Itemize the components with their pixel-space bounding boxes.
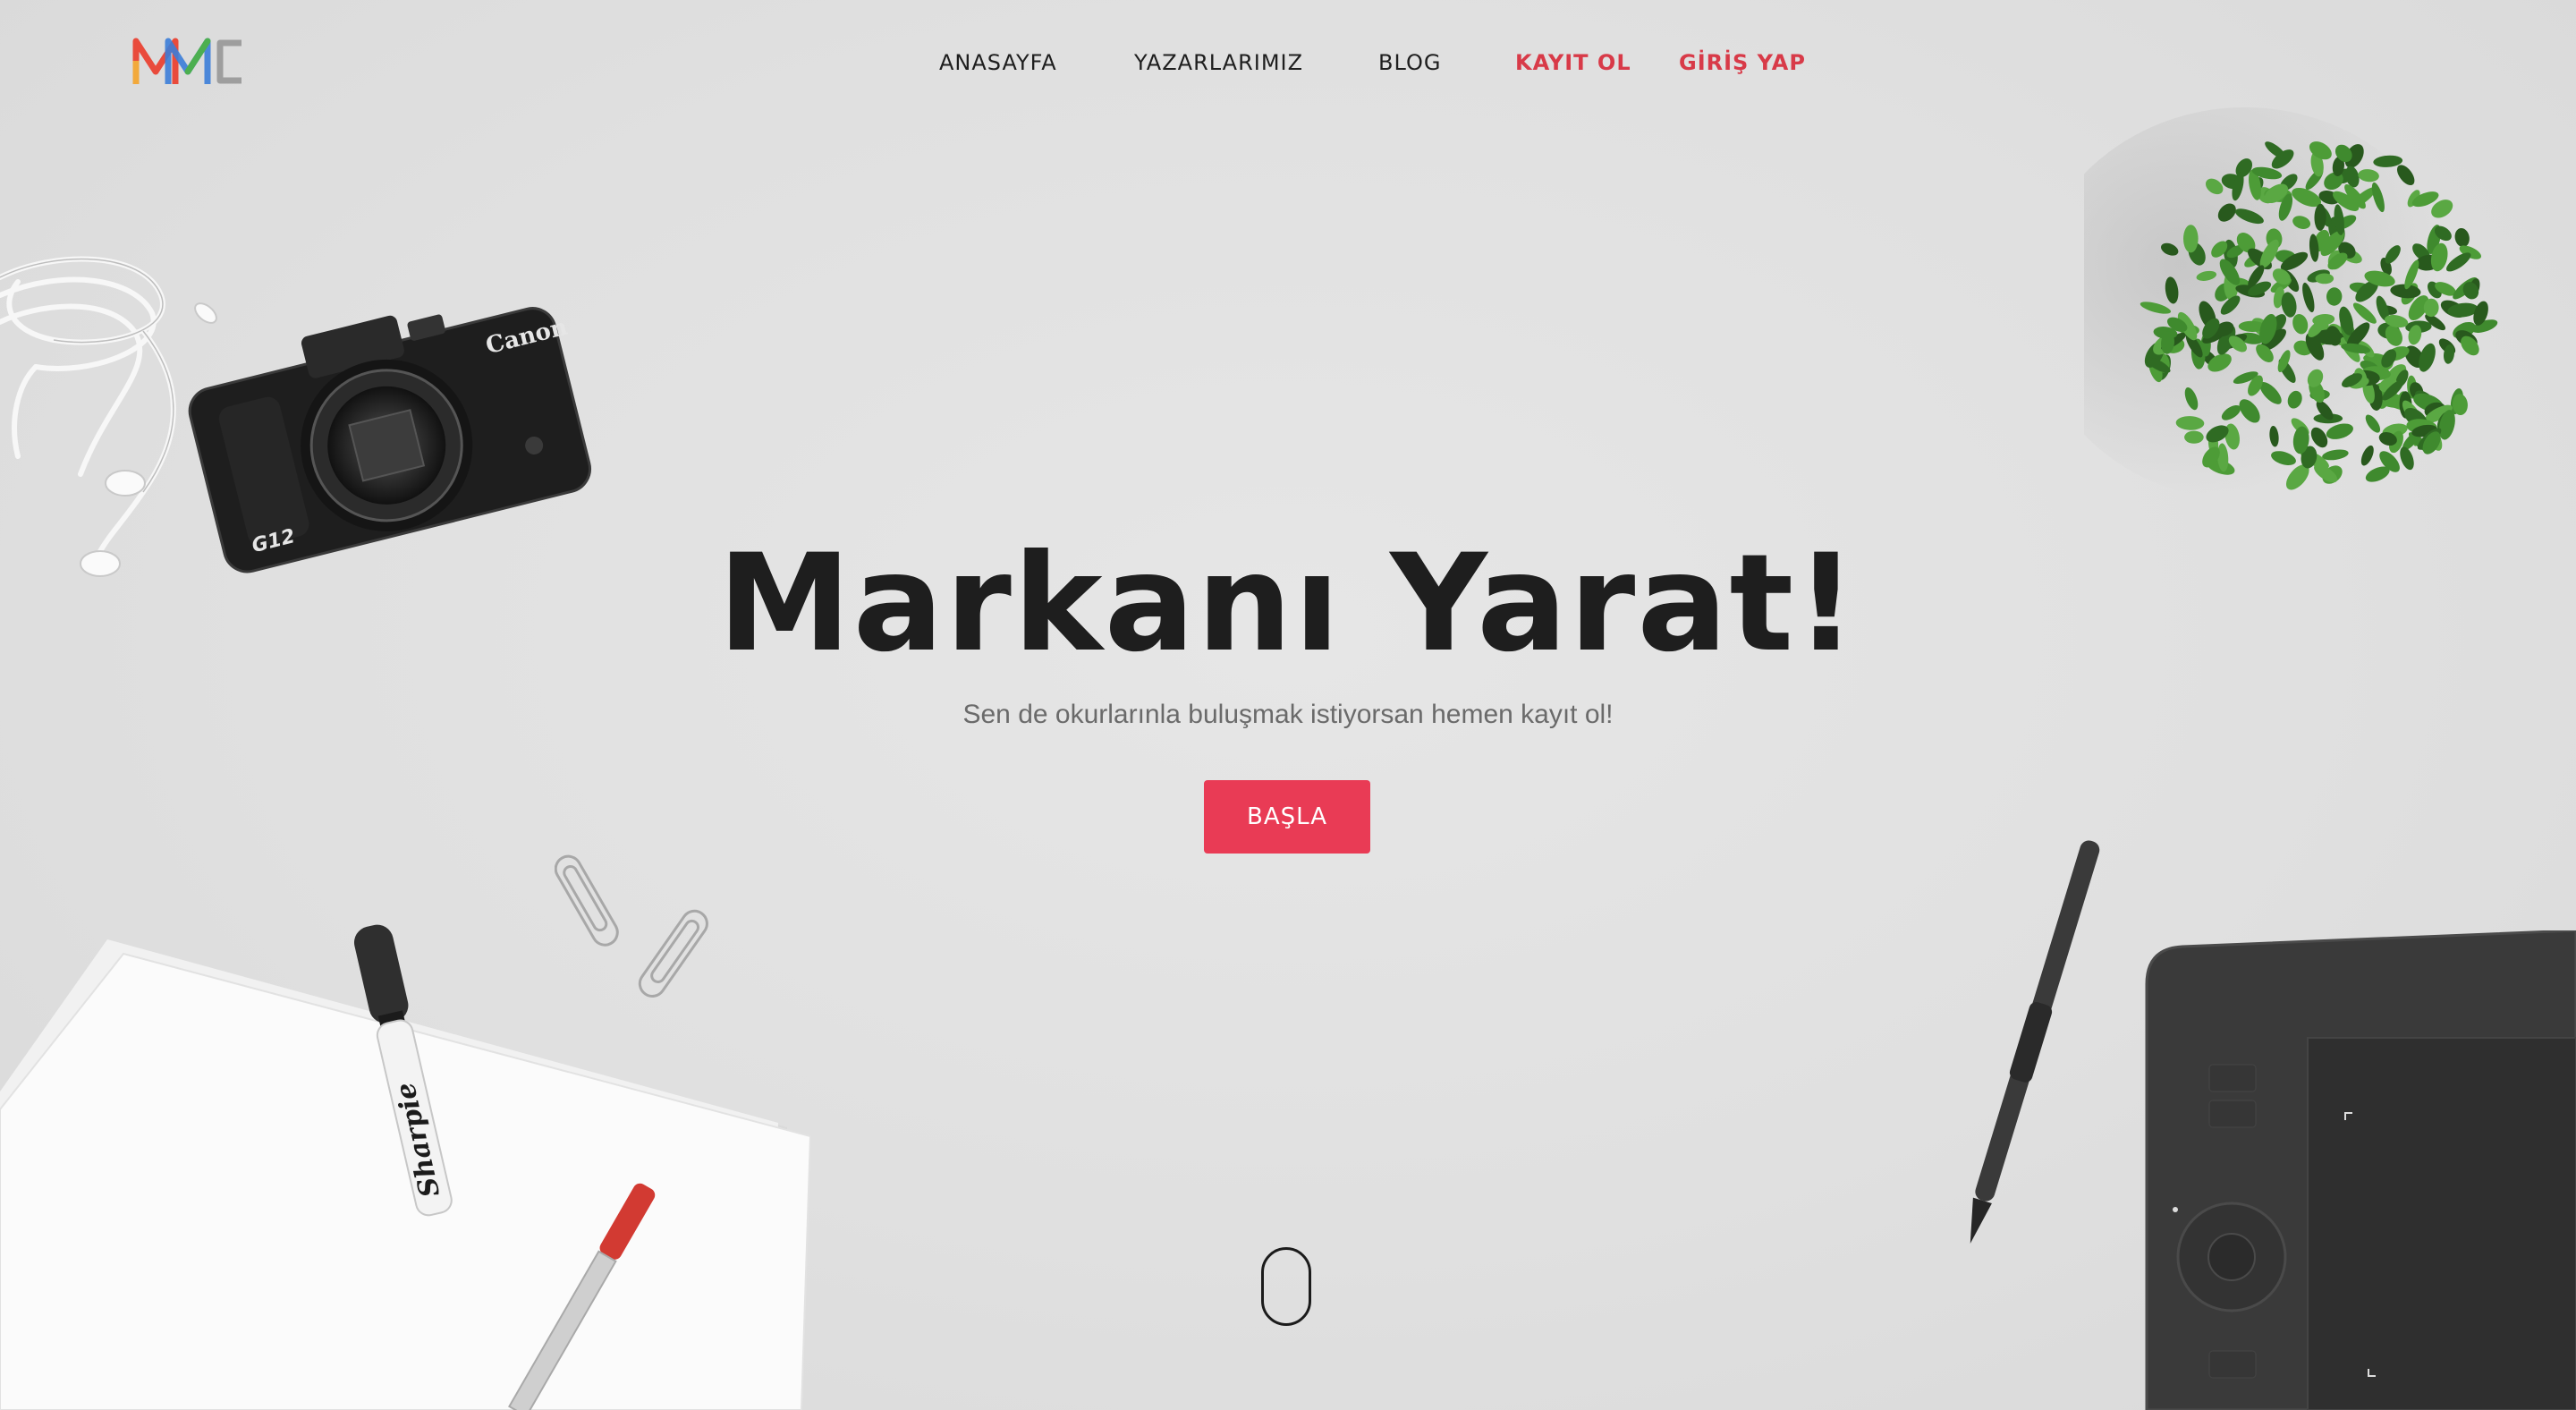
main-nav: ANASAYFA YAZARLARIMIZ BLOG KAYIT OL GİRİ…: [0, 45, 2576, 81]
plant-leaf: [2400, 446, 2414, 471]
nav-item-yazarlarimiz[interactable]: YAZARLARIMIZ: [1134, 45, 1303, 81]
nav-item-giris-yap[interactable]: GİRİŞ YAP: [1679, 45, 1806, 81]
start-button[interactable]: BAŞLA: [1204, 780, 1370, 854]
nav-item-kayit-ol[interactable]: KAYIT OL: [1515, 45, 1631, 81]
red-pen-image: [508, 1183, 656, 1410]
plant-leaf: [2315, 273, 2334, 285]
tablet-image: [2145, 930, 2576, 1410]
hero-title: Markanı Yarat!: [717, 526, 1859, 682]
plant-leaf: [2183, 225, 2199, 253]
plant-leaf: [2184, 430, 2204, 444]
nav-item-blog[interactable]: BLOG: [1378, 45, 1441, 81]
plant-leaf: [2454, 228, 2470, 248]
nav-item-anasayfa[interactable]: ANASAYFA: [939, 45, 1057, 81]
marker-image: Sharpie: [353, 924, 453, 1217]
hero-subtitle: Sen de okurlarınla buluşmak istiyorsan h…: [962, 700, 1614, 729]
hero-stage: Canon G12 Sharpie ANASAYFA YAZARLARIMIZ …: [0, 0, 2576, 1410]
plant-image: [2084, 107, 2498, 501]
scroll-mouse-icon[interactable]: [1261, 1247, 1311, 1326]
paper-clips-image: [555, 854, 708, 998]
stylus-image: [1970, 840, 2100, 1244]
